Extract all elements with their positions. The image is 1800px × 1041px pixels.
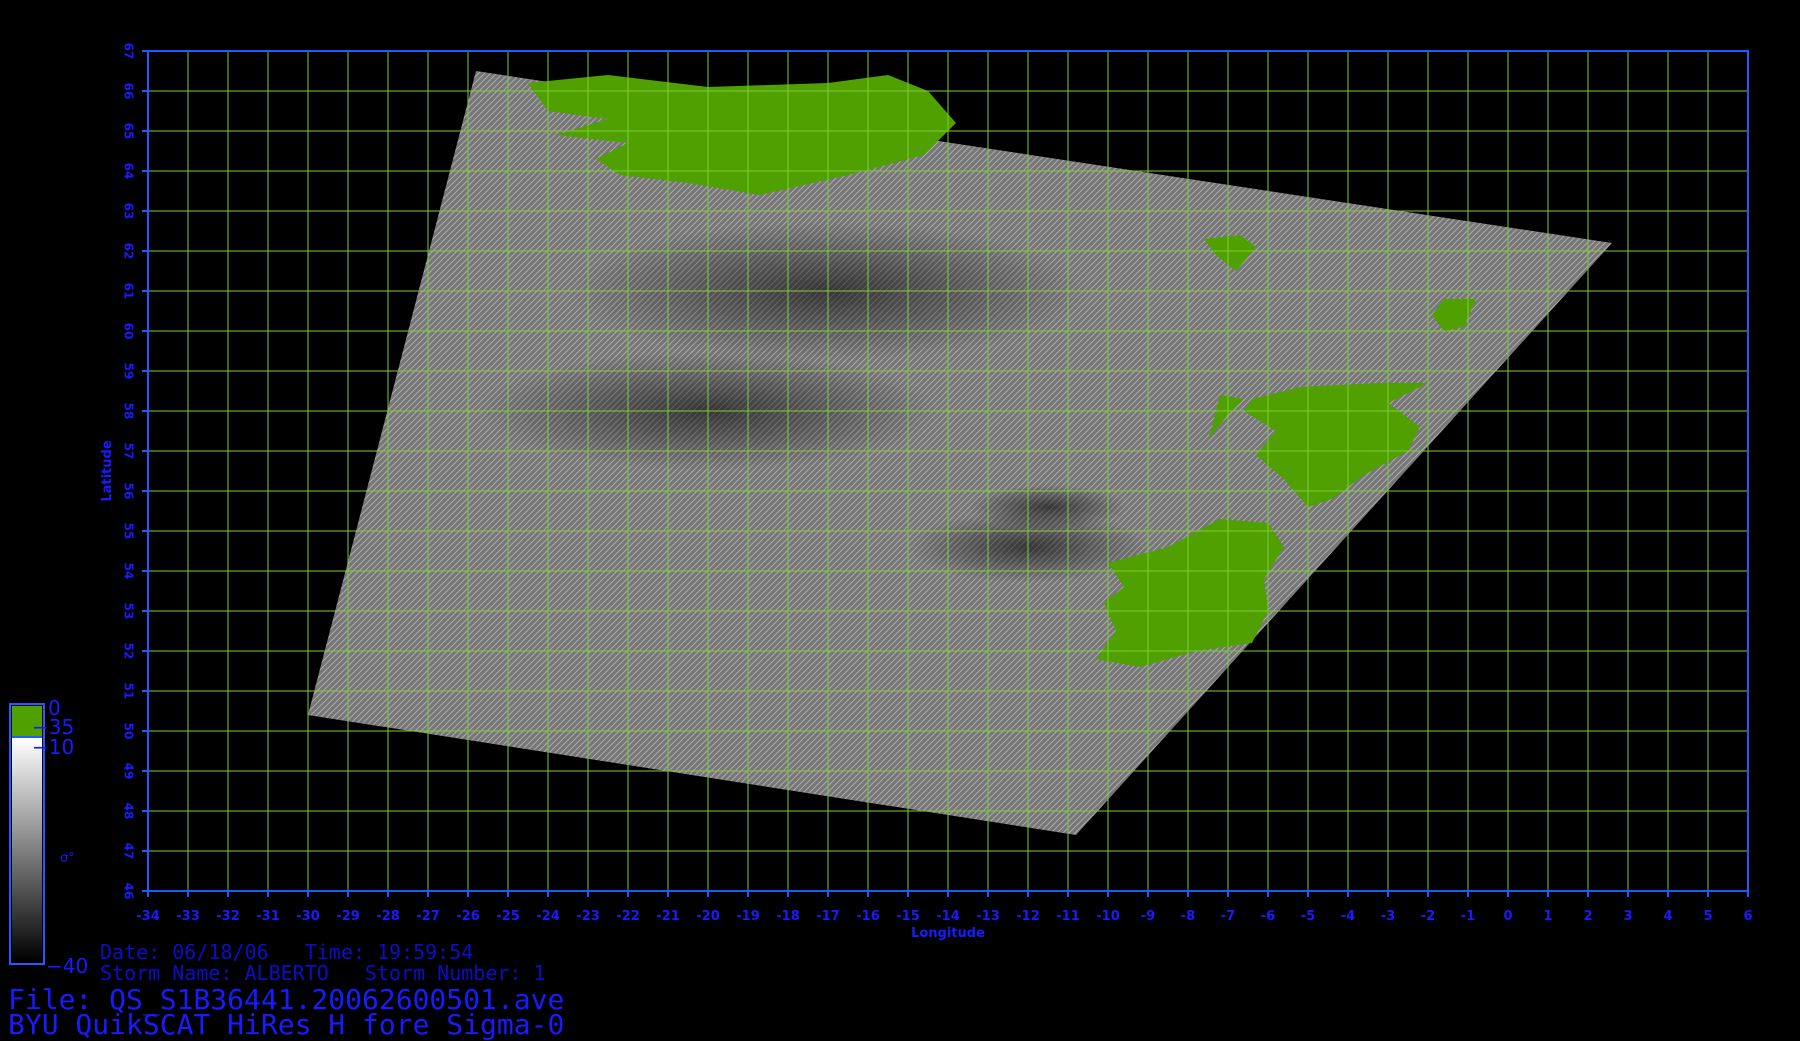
lat-tick-label: 50 [122,723,136,740]
lon-tick-label: -13 [976,909,1000,924]
lat-tick-label: 58 [122,403,136,420]
lon-tick-label: -16 [856,909,880,924]
lat-tick-label: 65 [122,123,136,140]
lon-tick-label: -14 [936,909,960,924]
lat-tick-label: 53 [122,603,136,620]
lat-tick-label: 67 [122,43,136,60]
lat-tick-label: 52 [122,643,136,660]
y-axis-label: Latitude [100,440,115,502]
lon-tick-label: -24 [536,909,560,924]
lon-tick-label: -25 [496,909,520,924]
lon-tick-label: -10 [1096,909,1120,924]
lat-tick-label: 47 [122,843,136,860]
lon-tick-label: -2 [1421,909,1435,924]
lon-tick-label: 4 [1663,909,1672,924]
lon-tick-label: -3 [1381,909,1395,924]
lat-tick-label: 54 [122,563,136,580]
lon-tick-label: -33 [176,909,200,924]
lon-tick-label: -30 [296,909,320,924]
lat-tick-label: 60 [122,323,136,340]
lat-tick-label: 55 [122,523,136,540]
latitude-ticks: 46 47 48 49 50 51 52 53 54 55 56 57 58 59 60 61 62 63 64 65… [122,43,148,900]
lat-tick-label: 49 [122,763,136,780]
lon-tick-label: -34 [136,909,160,924]
lat-tick-label: 46 [122,883,136,900]
lat-tick-label: 61 [122,283,136,300]
lat-tick-label: 51 [122,683,136,700]
lon-tick-label: -28 [376,909,400,924]
swath-layer [308,71,1612,835]
lon-tick-label: -7 [1221,909,1235,924]
lon-tick-label: -4 [1341,909,1355,924]
swath-area [308,71,1612,835]
lon-tick-label: 6 [1743,909,1752,924]
lat-tick-label: 66 [122,83,136,100]
lon-tick-label: -1 [1461,909,1475,924]
storm-info-line: Storm Name: ALBERTO Storm Number: 1 [100,961,546,985]
low-backscatter-region [968,485,1128,529]
lon-tick-label: -12 [1016,909,1040,924]
colorbar-gradient [12,738,42,962]
colorbar-label-mid: −10 [32,735,74,759]
lon-tick-label: -18 [776,909,800,924]
colorbar: 0 −35 −10 σ° −40 [9,696,88,978]
lat-tick-label: 56 [122,483,136,500]
lon-tick-label: -22 [616,909,640,924]
lon-tick-label: -11 [1056,909,1080,924]
lat-tick-label: 57 [122,443,136,460]
lat-lon-grid [147,50,1749,892]
lon-tick-label: -27 [416,909,440,924]
lon-tick-label: -6 [1261,909,1275,924]
product-title-line: BYU QuikSCAT HiRes H fore Sigma-0 [8,1008,565,1041]
lat-tick-label: 63 [122,203,136,220]
lon-tick-label: 2 [1583,909,1592,924]
x-axis-label: Longitude [911,926,985,941]
longitude-ticks: -34 -33 -32 -31 -30 -29 -28 -27 -26 -25 -24 -23 -22-… [136,891,1753,924]
lat-tick-label: 59 [122,363,136,380]
lon-tick-label: -20 [696,909,720,924]
lon-tick-label: -29 [336,909,360,924]
lon-tick-label: -15 [896,909,920,924]
lon-tick-label: 5 [1703,909,1712,924]
lon-tick-label: -8 [1181,909,1195,924]
lon-tick-label: -23 [576,909,600,924]
lat-tick-label: 64 [122,163,136,180]
lon-tick-label: 3 [1623,909,1632,924]
scatterometer-map: -34 -33 -32 -31 -30 -29 -28 -27 -26 -25 -24 -23 -22-… [9,43,1753,978]
lon-tick-label: 1 [1543,909,1552,924]
lon-tick-label: 0 [1503,909,1512,924]
lon-tick-label: -5 [1301,909,1315,924]
lon-tick-label: -9 [1141,909,1155,924]
lon-tick-label: -19 [736,909,760,924]
lon-tick-label: -17 [816,909,840,924]
lon-tick-label: -21 [656,909,680,924]
lon-tick-label: -32 [216,909,240,924]
colorbar-label-bottom: −40 [46,954,88,978]
lat-tick-label: 62 [122,243,136,260]
lat-tick-label: 48 [122,803,136,820]
lon-tick-label: -31 [256,909,280,924]
lon-tick-label: -26 [456,909,480,924]
colorbar-symbol: σ° [60,851,75,866]
